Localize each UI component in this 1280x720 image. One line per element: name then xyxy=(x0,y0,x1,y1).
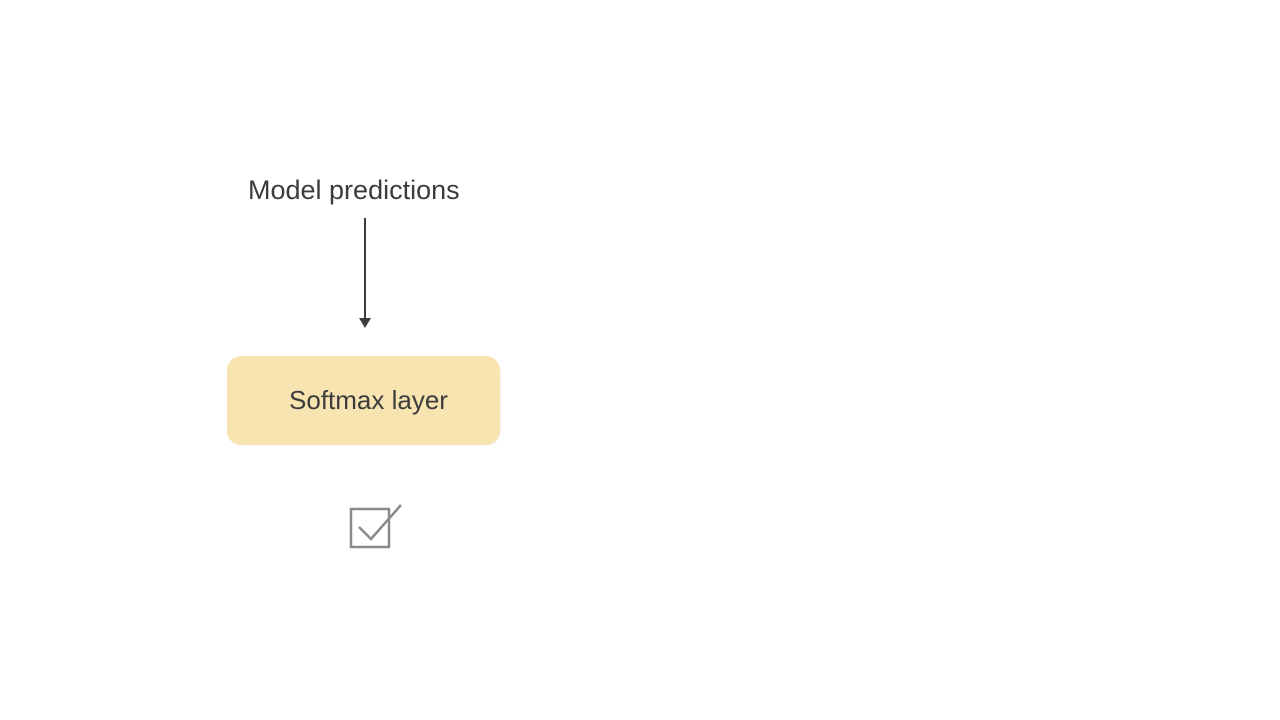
softmax-layer-box: Softmax layer xyxy=(227,356,500,445)
diagram-container: Model predictions Softmax layer xyxy=(0,0,1280,720)
checkmark-icon xyxy=(349,501,405,549)
arrow-head xyxy=(359,318,371,328)
arrow-line xyxy=(364,218,366,320)
model-predictions-label: Model predictions xyxy=(248,175,460,206)
softmax-layer-label: Softmax layer xyxy=(279,385,448,416)
arrow-down-icon xyxy=(364,218,366,328)
checkmark-svg xyxy=(349,501,405,549)
